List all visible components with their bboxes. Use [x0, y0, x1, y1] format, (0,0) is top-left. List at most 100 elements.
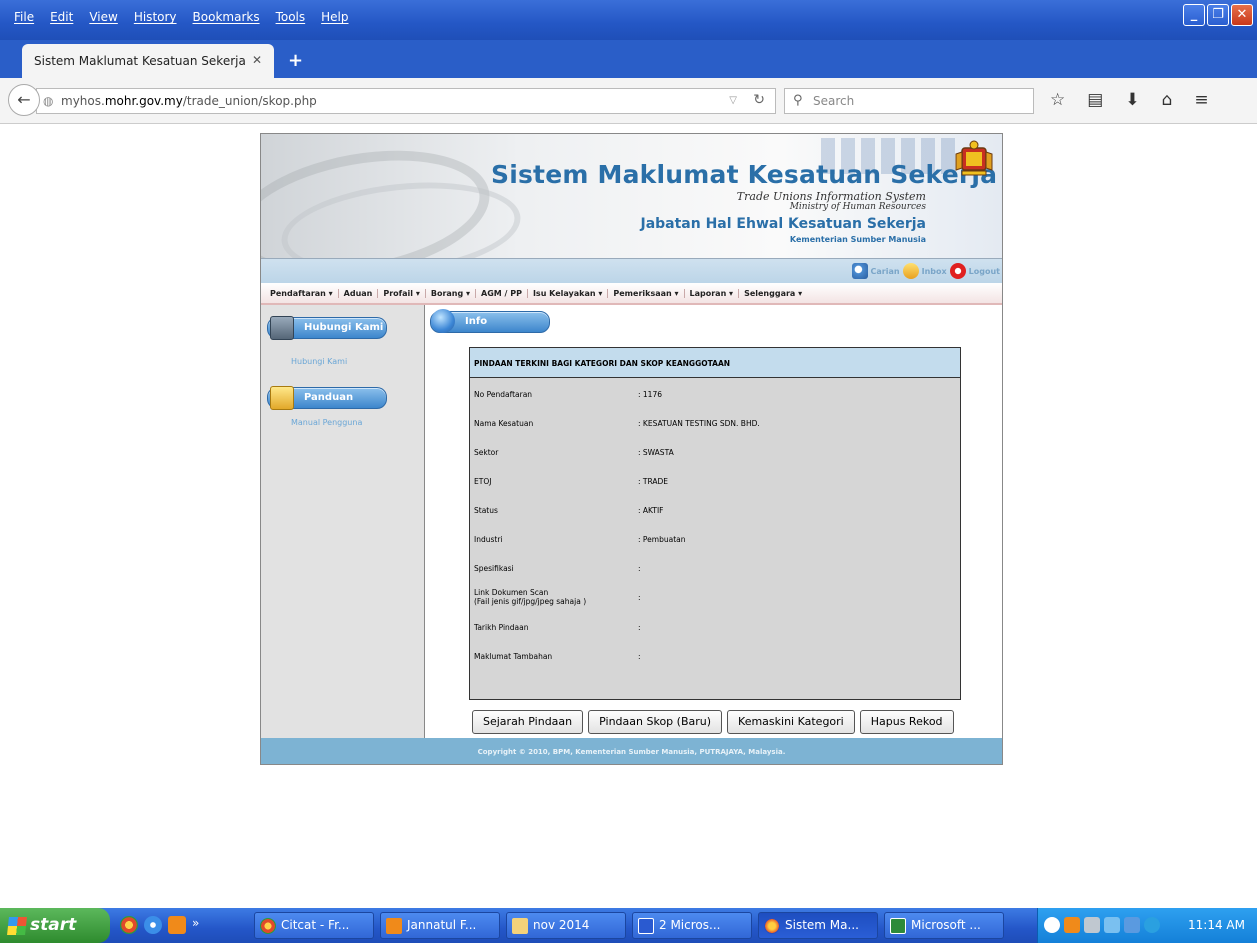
download-icon[interactable]: ⬇ — [1125, 90, 1139, 110]
taskbar-button[interactable]: Jannatul F... — [380, 912, 500, 939]
hamburger-menu-icon[interactable]: ≡ — [1194, 90, 1208, 110]
inbox-link[interactable]: Inbox — [922, 267, 947, 276]
logout-link[interactable]: Logout — [969, 267, 1000, 276]
field-value: : — [638, 593, 641, 602]
tab-strip: Sistem Maklumat Kesatuan Sekerja ✕ + — [0, 40, 1257, 78]
taskbar-button-label: 2 Micros... — [659, 918, 721, 932]
restore-button[interactable]: ❐ — [1207, 4, 1229, 26]
sidebar-link-contact[interactable]: Hubungi Kami — [291, 357, 347, 366]
history-dropdown-icon[interactable]: ▽ — [729, 95, 737, 106]
taskbar-button-label: Jannatul F... — [407, 918, 477, 932]
search-icon: ⚲ — [793, 93, 803, 108]
menu-edit[interactable]: Edit — [50, 10, 73, 24]
taskbar-button-label: Sistem Ma... — [785, 918, 859, 932]
outlook-icon[interactable] — [168, 916, 186, 934]
quick-launch-chevron-icon[interactable]: » — [192, 916, 199, 934]
field-value: : TRADE — [638, 477, 669, 486]
tray-expand-icon[interactable] — [1044, 917, 1060, 933]
field-label: ETOJ — [474, 477, 492, 486]
browser-menu: File Edit View History Bookmarks Tools H… — [14, 10, 349, 24]
quick-launch: » — [120, 916, 199, 934]
sidebar-link-user-manual[interactable]: Manual Pengguna — [291, 418, 362, 427]
menu-tools[interactable]: Tools — [276, 10, 306, 24]
new-scope-button[interactable]: Pindaan Skop (Baru) — [588, 710, 723, 734]
internet-explorer-icon[interactable] — [144, 916, 162, 934]
field-value: : — [638, 623, 641, 632]
update-category-button[interactable]: Kemaskini Kategori — [727, 710, 855, 734]
site-subtitle-ministry: Ministry of Human Resources — [789, 202, 926, 212]
nav-agm-pp[interactable]: AGM / PP — [476, 288, 528, 298]
history-button[interactable]: Sejarah Pindaan — [472, 710, 584, 734]
nav-borang[interactable]: Borang ▾ — [426, 288, 477, 298]
field-label: Sektor — [474, 448, 499, 457]
taskbar-button[interactable]: nov 2014 — [506, 912, 626, 939]
firefox-icon — [764, 918, 780, 934]
nav-pemeriksaan[interactable]: Pemeriksaan ▾ — [608, 288, 685, 298]
reload-icon[interactable]: ↻ — [753, 92, 765, 108]
outlook-tray-icon[interactable] — [1064, 917, 1080, 933]
chrome-icon[interactable] — [120, 916, 138, 934]
bookmark-star-icon[interactable]: ☆ — [1050, 90, 1065, 110]
window-menubar: File Edit View History Bookmarks Tools H… — [0, 0, 1257, 40]
start-button[interactable]: start — [0, 908, 110, 943]
system-clock[interactable]: 11:14 AM — [1188, 918, 1245, 932]
outlook-icon — [386, 918, 402, 934]
taskbar-button[interactable]: Citcat - Fr... — [254, 912, 374, 939]
excel-icon — [890, 918, 906, 934]
menu-view[interactable]: View — [89, 10, 117, 24]
department-name: Jabatan Hal Ehwal Kesatuan Sekerja — [640, 216, 926, 232]
main-content: Info PINDAAN TERKINI BAGI KATEGORI DAN S… — [426, 305, 1002, 738]
taskbar-button[interactable]: 2 Micros... — [632, 912, 752, 939]
menu-bookmarks[interactable]: Bookmarks — [193, 10, 260, 24]
url-path: /trade_union/skop.php — [182, 94, 317, 108]
search-input[interactable]: ⚲ Search — [784, 88, 1034, 114]
network-icon[interactable] — [1084, 917, 1100, 933]
field-label: Tarikh Pindaan — [474, 623, 529, 632]
window-controls: _ ❐ ✕ — [1183, 4, 1253, 26]
search-icon[interactable] — [851, 263, 868, 279]
back-button[interactable]: ← — [8, 84, 40, 116]
new-tab-button[interactable]: + — [288, 50, 303, 71]
field-label: Nama Kesatuan — [474, 419, 534, 428]
nav-aduan[interactable]: Aduan — [339, 288, 379, 298]
search-link[interactable]: Carian — [871, 267, 900, 276]
nav-selenggara[interactable]: Selenggara ▾ — [739, 289, 807, 298]
field-value: : KESATUAN TESTING SDN. BHD. — [638, 419, 760, 428]
user-toolbar: Carian Inbox Logout — [261, 258, 1002, 283]
menu-history[interactable]: History — [134, 10, 177, 24]
taskbar-button-label: Microsoft ... — [911, 918, 981, 932]
taskbar-button[interactable]: Sistem Ma... — [758, 912, 878, 939]
taskbar-button[interactable]: Microsoft ... — [884, 912, 1004, 939]
url-host: mohr.gov.my — [104, 94, 183, 108]
update-icon[interactable] — [1144, 917, 1160, 933]
tray-icons — [1044, 917, 1160, 933]
menu-file[interactable]: File — [14, 10, 34, 24]
windows-logo-icon — [7, 917, 27, 935]
close-window-button[interactable]: ✕ — [1231, 4, 1253, 26]
inbox-icon[interactable] — [902, 263, 919, 279]
url-bar[interactable]: ◍ myhos.mohr.gov.my/trade_union/skop.php… — [36, 88, 776, 114]
minimize-button[interactable]: _ — [1183, 4, 1205, 26]
nav-pendaftaran[interactable]: Pendaftaran ▾ — [265, 288, 339, 298]
home-icon[interactable]: ⌂ — [1162, 90, 1173, 110]
detail-panel: PINDAAN TERKINI BAGI KATEGORI DAN SKOP K… — [469, 347, 961, 700]
site-banner: Sistem Maklumat Kesatuan Sekerja Trade U… — [261, 134, 1002, 258]
nav-isu-kelayakan[interactable]: Isu Kelayakan ▾ — [528, 288, 609, 298]
network-activity-icon[interactable] — [1104, 917, 1120, 933]
close-tab-icon[interactable]: ✕ — [252, 53, 262, 67]
delete-record-button[interactable]: Hapus Rekod — [859, 710, 954, 734]
menu-help[interactable]: Help — [321, 10, 348, 24]
reading-list-icon[interactable]: ▤ — [1087, 90, 1103, 110]
field-label-line2: (Fail jenis gif/jpg/jpeg sahaja ) — [474, 597, 587, 606]
system-tray: 11:14 AM — [1037, 908, 1257, 943]
nav-laporan[interactable]: Laporan ▾ — [685, 288, 740, 298]
globe-icon: ◍ — [43, 94, 54, 108]
field-value: : Pembuatan — [638, 535, 686, 544]
field-label: Spesifikasi — [474, 564, 514, 573]
bluetooth-icon[interactable] — [1124, 917, 1140, 933]
power-icon[interactable] — [949, 263, 966, 279]
nav-profail[interactable]: Profail ▾ — [378, 288, 426, 298]
field-label: No Pendaftaran — [474, 390, 533, 399]
os-taskbar-area: start » Citcat - Fr... Jannatul F... nov… — [0, 878, 1257, 943]
browser-tab[interactable]: Sistem Maklumat Kesatuan Sekerja ✕ — [22, 44, 274, 78]
